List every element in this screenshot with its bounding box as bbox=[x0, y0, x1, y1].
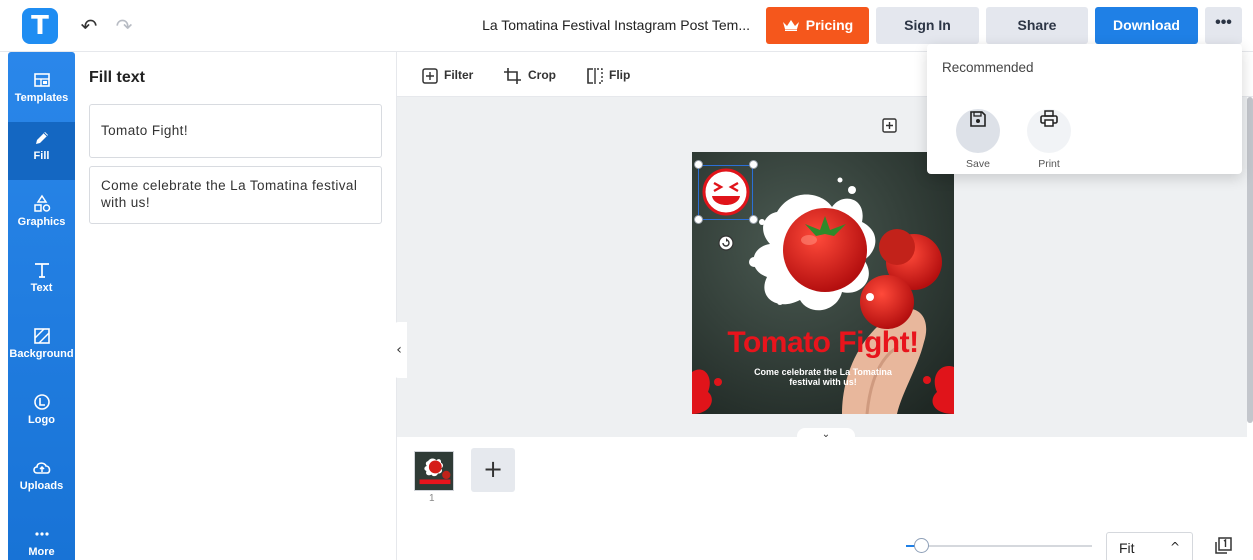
download-button[interactable]: Download bbox=[1095, 7, 1198, 44]
sidebar-item-templates[interactable]: Templates bbox=[8, 64, 75, 122]
expand-pages-toggle[interactable]: ⌄ bbox=[797, 428, 855, 442]
add-page-icon[interactable] bbox=[881, 117, 899, 135]
sidebar-item-uploads[interactable]: Uploads bbox=[8, 452, 75, 510]
sidebar-item-logo[interactable]: Logo bbox=[8, 386, 75, 444]
background-icon bbox=[33, 328, 50, 344]
artboard-subtext[interactable]: Come celebrate the La Tomatina festival … bbox=[752, 367, 894, 387]
pricing-label: Pricing bbox=[805, 17, 854, 33]
sidebar-item-label: More bbox=[28, 546, 55, 558]
fill-text-panel: Fill text Tomato Fight! Come celebrate t… bbox=[75, 52, 397, 560]
resize-handle-top-right[interactable] bbox=[749, 160, 758, 169]
rotate-icon[interactable] bbox=[718, 235, 734, 251]
print-option-circle bbox=[1027, 109, 1071, 153]
resize-handle-bottom-left[interactable] bbox=[694, 215, 703, 224]
crop-button[interactable]: Crop bbox=[503, 64, 556, 86]
print-option[interactable]: Print bbox=[1021, 97, 1077, 170]
sidebar-item-label: Uploads bbox=[19, 480, 64, 492]
page-thumbnail-image bbox=[415, 452, 453, 490]
collapse-panel-toggle[interactable]: ‹ bbox=[391, 322, 407, 378]
vertical-scrollbar[interactable] bbox=[1247, 97, 1253, 423]
sidebar-item-label: Templates bbox=[14, 92, 69, 104]
chevron-up-icon: ^ bbox=[1169, 540, 1180, 554]
more-options-button[interactable]: ••• bbox=[1205, 7, 1242, 44]
sidebar-item-background[interactable]: Background bbox=[8, 320, 75, 378]
text-icon bbox=[34, 263, 49, 278]
sign-in-button[interactable]: Sign In bbox=[876, 7, 979, 44]
shapes-icon bbox=[33, 194, 50, 212]
upload-cloud-icon bbox=[32, 462, 50, 474]
filter-icon bbox=[422, 68, 438, 84]
pencil-icon bbox=[35, 132, 48, 144]
add-page-button[interactable]: + bbox=[471, 448, 515, 492]
save-icon bbox=[970, 111, 986, 127]
resize-handle-bottom-right[interactable] bbox=[749, 215, 758, 224]
page-manager-icon[interactable] bbox=[1213, 536, 1233, 556]
filter-button[interactable]: Filter bbox=[421, 64, 473, 86]
zoom-slider-track[interactable] bbox=[906, 545, 1092, 547]
flip-label: Flip bbox=[609, 68, 631, 82]
page-number: 1 bbox=[429, 493, 435, 504]
left-sidebar: Templates Fill Graphics Text Background … bbox=[8, 52, 75, 560]
pricing-button[interactable]: Pricing bbox=[766, 7, 869, 44]
crown-icon bbox=[782, 20, 799, 31]
sidebar-item-label: Graphics bbox=[17, 216, 66, 228]
save-option-circle bbox=[956, 109, 1000, 153]
page-thumbnail[interactable] bbox=[414, 451, 454, 491]
templates-icon bbox=[33, 73, 50, 87]
zoom-level-value: Fit bbox=[1119, 540, 1135, 556]
document-title[interactable]: La Tomatina Festival Instagram Post Tem.… bbox=[450, 17, 750, 33]
resize-handle-top-left[interactable] bbox=[694, 160, 703, 169]
sidebar-item-graphics[interactable]: Graphics bbox=[8, 188, 75, 246]
logo-icon bbox=[33, 394, 50, 410]
zoom-slider-knob[interactable] bbox=[913, 538, 929, 553]
crop-label: Crop bbox=[528, 68, 556, 82]
dropdown-title: Recommended bbox=[942, 60, 1034, 75]
redo-button[interactable]: ↷ bbox=[112, 14, 136, 38]
subtext-text-field[interactable]: Come celebrate the La Tomatina festival … bbox=[89, 166, 382, 224]
share-button[interactable]: Share bbox=[986, 7, 1088, 44]
sidebar-item-label: Logo bbox=[28, 414, 55, 426]
zoom-level-select[interactable]: Fit ^ bbox=[1106, 532, 1193, 560]
save-label: Save bbox=[966, 158, 990, 170]
crop-icon bbox=[504, 67, 521, 84]
flip-icon bbox=[587, 67, 603, 84]
flip-button[interactable]: Flip bbox=[586, 64, 630, 86]
sidebar-item-text[interactable]: Text bbox=[8, 254, 75, 312]
save-option[interactable]: Save bbox=[950, 97, 1006, 170]
sidebar-item-label: Text bbox=[30, 282, 53, 294]
print-label: Print bbox=[1038, 158, 1060, 170]
undo-button[interactable]: ↶ bbox=[77, 14, 101, 38]
filter-label: Filter bbox=[444, 68, 474, 82]
download-dropdown: Recommended Save Print bbox=[927, 44, 1242, 174]
panel-title: Fill text bbox=[89, 69, 146, 86]
sidebar-item-more[interactable]: More bbox=[8, 518, 75, 560]
artboard-heading[interactable]: Tomato Fight! bbox=[692, 326, 954, 360]
headline-text-field[interactable]: Tomato Fight! bbox=[89, 104, 382, 158]
print-icon bbox=[1040, 110, 1058, 127]
sidebar-item-label: Fill bbox=[33, 150, 50, 162]
sidebar-item-fill[interactable]: Fill bbox=[8, 122, 75, 180]
design-artboard[interactable]: Tomato Fight! Come celebrate the La Toma… bbox=[692, 152, 954, 414]
sidebar-item-label: Background bbox=[9, 348, 74, 360]
app-logo[interactable]: T bbox=[22, 8, 58, 44]
more-dots-icon bbox=[34, 532, 49, 536]
